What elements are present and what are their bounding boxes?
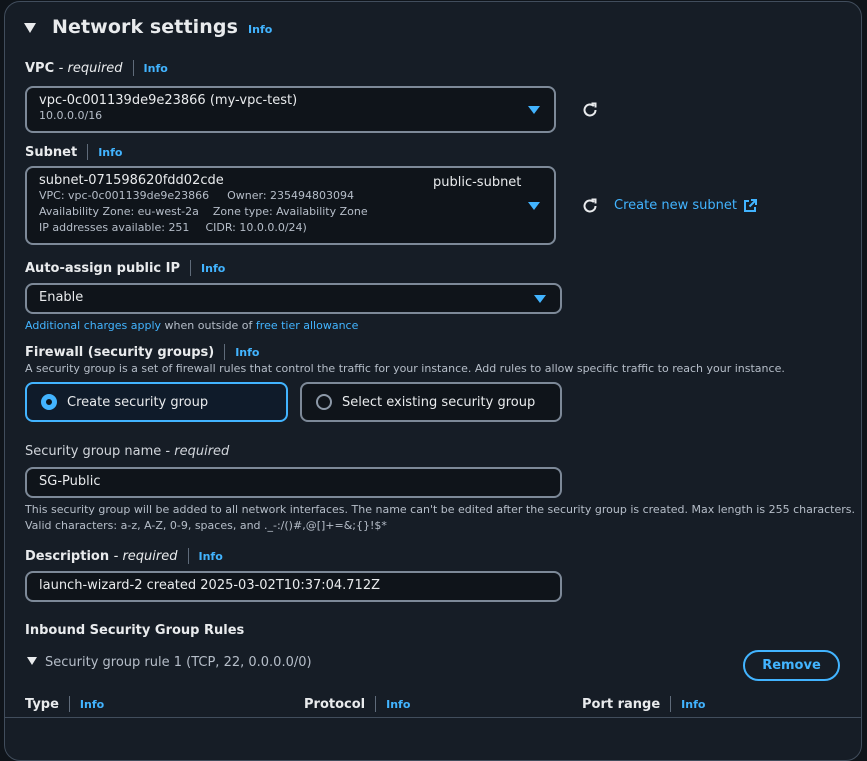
sg-name-required-text: - required — [165, 444, 230, 459]
divider — [224, 344, 226, 360]
subnet-details-line2: Availability Zone: eu-west-2a Zone type: … — [39, 204, 542, 220]
vpc-label-text: VPC — [25, 60, 55, 76]
public-ip-note: Additional charges apply when outside of… — [25, 318, 358, 332]
vpc-label: VPC - required Info — [25, 60, 168, 76]
description-value: launch-wizard-2 created 2025-03-02T10:37… — [39, 578, 381, 593]
section-info-link[interactable]: Info — [248, 23, 272, 36]
subnet-label-text: Subnet — [25, 144, 78, 160]
rule-collapse-caret-icon[interactable] — [27, 656, 37, 665]
protocol-label-text: Protocol — [304, 696, 366, 712]
sg-name-help: This security group will be added to all… — [25, 502, 855, 534]
create-security-group-label: Create security group — [67, 394, 209, 410]
dropdown-arrow-icon — [534, 295, 546, 303]
section-header: Network settings Info — [24, 16, 272, 38]
vpc-info-link[interactable]: Info — [144, 62, 168, 75]
section-title: Network settings — [52, 16, 239, 38]
type-info-link[interactable]: Info — [80, 698, 104, 711]
firewall-label-text: Firewall (security groups) — [25, 344, 215, 360]
description-info-link[interactable]: Info — [199, 550, 223, 563]
sg-name-input[interactable]: SG-Public — [25, 467, 562, 498]
type-column-label: Type Info — [25, 696, 104, 712]
subnet-az: Availability Zone: eu-west-2a — [39, 205, 199, 218]
divider — [87, 144, 89, 160]
dropdown-arrow-icon — [528, 202, 540, 210]
public-ip-label-text: Auto-assign public IP — [25, 260, 181, 276]
note-text: when outside of — [161, 319, 256, 332]
inbound-rules-title: Inbound Security Group Rules — [25, 623, 245, 638]
port-range-label-text: Port range — [582, 696, 661, 712]
port-range-info-link[interactable]: Info — [681, 698, 705, 711]
firewall-label: Firewall (security groups) Info — [25, 344, 260, 360]
description-label-text: Description — [25, 548, 110, 564]
sg-name-value: SG-Public — [39, 474, 101, 489]
sg-name-label-text: Security group name — [25, 444, 162, 459]
subnet-select[interactable]: subnet-071598620fdd02cde public-subnet V… — [25, 166, 556, 245]
additional-charges-link[interactable]: Additional charges apply — [25, 319, 161, 332]
public-ip-select[interactable]: Enable — [25, 283, 562, 314]
create-security-group-option[interactable]: Create security group — [25, 382, 288, 422]
subnet-label: Subnet Info — [25, 144, 123, 160]
description-input[interactable]: launch-wizard-2 created 2025-03-02T10:37… — [25, 571, 562, 602]
vpc-required-text: - required — [58, 60, 123, 76]
firewall-info-link[interactable]: Info — [235, 346, 259, 359]
subnet-name: public-subnet — [433, 175, 522, 190]
port-range-column-label: Port range Info — [582, 696, 705, 712]
sg-name-help-line1: This security group will be added to all… — [25, 503, 855, 516]
subnet-owner: Owner: 235494803094 — [227, 189, 355, 202]
firewall-description: A security group is a set of firewall ru… — [25, 362, 785, 375]
remove-rule-button[interactable]: Remove — [743, 650, 840, 681]
subnet-cidr: CIDR: 10.0.0.0/24) — [205, 221, 307, 234]
select-existing-security-group-label: Select existing security group — [342, 394, 536, 410]
radio-selected-icon[interactable] — [41, 394, 57, 410]
subnet-details-line3: IP addresses available: 251 CIDR: 10.0.0.… — [39, 220, 542, 236]
type-label-text: Type — [25, 696, 59, 712]
subnet-ips: IP addresses available: 251 — [39, 221, 190, 234]
description-required-text: - required — [113, 548, 178, 564]
divider — [187, 548, 189, 564]
vpc-cidr: 10.0.0.0/16 — [39, 109, 103, 122]
dropdown-arrow-icon — [528, 106, 540, 114]
divider — [190, 260, 192, 276]
create-subnet-link[interactable]: Create new subnet — [614, 198, 757, 213]
protocol-column-label: Protocol Info — [304, 696, 410, 712]
rule-1-header[interactable]: Security group rule 1 (TCP, 22, 0.0.0.0/… — [27, 655, 312, 670]
subnet-vpc: VPC: vpc-0c001139de9e23866 — [39, 189, 210, 202]
public-ip-label: Auto-assign public IP Info — [25, 260, 225, 276]
public-ip-info-link[interactable]: Info — [201, 262, 225, 275]
sg-name-help-line2: Valid characters: a-z, A-Z, 0-9, spaces,… — [25, 519, 387, 532]
vpc-select[interactable]: vpc-0c001139de9e23866 (my-vpc-test) 10.0… — [25, 86, 556, 133]
subnet-info-link[interactable]: Info — [98, 146, 122, 159]
rule-1-title: Security group rule 1 (TCP, 22, 0.0.0.0/… — [45, 655, 312, 670]
subnet-zone-type: Zone type: Availability Zone — [212, 205, 368, 218]
collapse-caret-icon[interactable] — [24, 23, 36, 33]
external-link-icon — [743, 198, 757, 212]
divider — [670, 696, 672, 712]
divider — [4, 717, 862, 718]
protocol-info-link[interactable]: Info — [386, 698, 410, 711]
vpc-value: vpc-0c001139de9e23866 (my-vpc-test) — [39, 93, 298, 108]
select-existing-security-group-option[interactable]: Select existing security group — [300, 382, 562, 422]
refresh-subnet-icon[interactable] — [581, 197, 599, 215]
public-ip-value: Enable — [39, 290, 84, 305]
refresh-vpc-icon[interactable] — [581, 101, 599, 119]
sg-name-label: Security group name - required — [25, 444, 229, 459]
description-label: Description - required Info — [25, 548, 223, 564]
radio-unselected-icon[interactable] — [316, 394, 332, 410]
subnet-details-line1: VPC: vpc-0c001139de9e23866 Owner: 2354948… — [39, 188, 542, 204]
create-subnet-label[interactable]: Create new subnet — [614, 198, 737, 213]
divider — [132, 60, 134, 76]
divider — [68, 696, 70, 712]
free-tier-link[interactable]: free tier allowance — [256, 319, 358, 332]
divider — [375, 696, 377, 712]
